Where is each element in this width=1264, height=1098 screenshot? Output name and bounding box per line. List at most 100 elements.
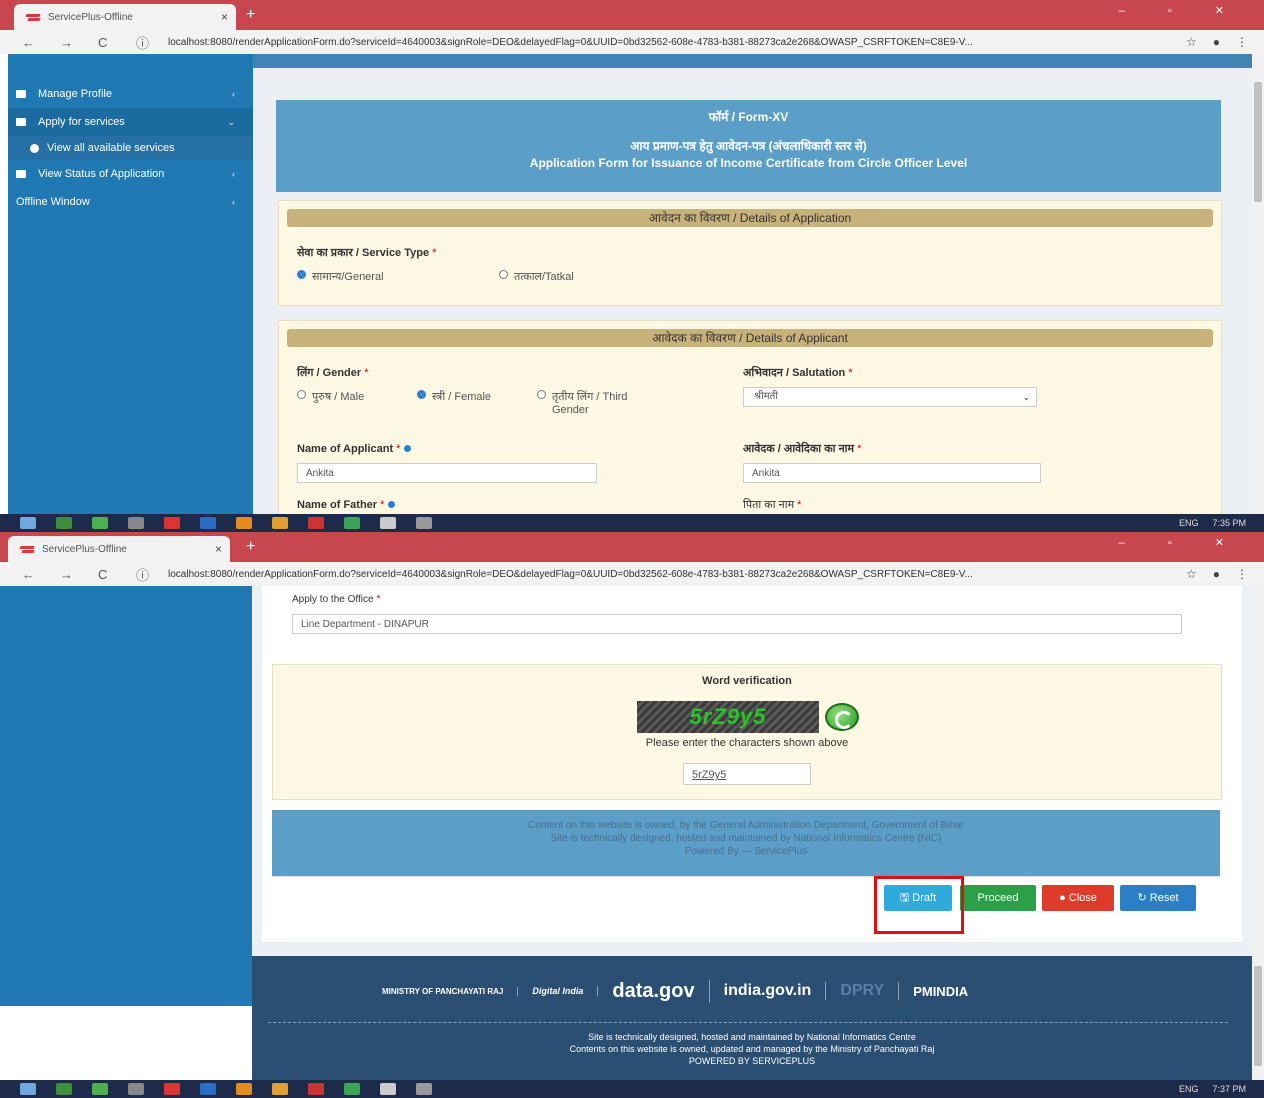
app-icon[interactable] (380, 517, 396, 529)
captcha-input[interactable]: 5rZ9y5 (683, 763, 811, 785)
app-icon[interactable] (164, 517, 180, 529)
section-title: आवेदन का विवरण / Details of Application (287, 209, 1213, 227)
site-info-icon[interactable]: ⓘ (136, 33, 152, 52)
sidebar-subitem-view-services[interactable]: View all available services (8, 136, 253, 160)
scrollbar-thumb[interactable] (1254, 82, 1262, 202)
app-icon[interactable] (308, 1083, 324, 1095)
app-icon[interactable] (164, 1083, 180, 1095)
applicant-name-input[interactable]: Ankita (297, 463, 597, 483)
tray-lang[interactable]: ENG (1179, 1084, 1199, 1094)
datagov-logo[interactable]: data.gov (612, 979, 710, 1003)
window-controls[interactable]: – ▫ ✕ (1119, 536, 1244, 549)
panchayati-raj-logo[interactable]: MINISTRY OF PANCHAYATI RAJ (382, 986, 519, 996)
tab-close-icon[interactable]: × (215, 542, 222, 556)
tab-title: ServicePlus-Offline (42, 543, 127, 555)
browser-tab[interactable]: ServicePlus-Offline × (8, 536, 230, 562)
browser-menu-icon[interactable]: ⋮ (1236, 567, 1248, 581)
captcha-hint: Please enter the characters shown above (645, 737, 849, 749)
bookmark-star-icon[interactable]: ☆ (1186, 35, 1197, 49)
reload-icon[interactable]: C (98, 567, 114, 582)
tray-clock[interactable]: 7:35 PM (1212, 518, 1246, 528)
service-type-label: सेवा का प्रकार / Service Type * (297, 247, 437, 259)
app-icon[interactable] (416, 517, 432, 529)
salutation-select[interactable]: श्रीमती ⌄ (743, 387, 1037, 407)
account-icon[interactable]: ● (1213, 567, 1220, 581)
pmindia-logo[interactable]: PMINDIA (913, 984, 982, 999)
sidebar-item-offline-window[interactable]: Offline Window ‹ (8, 188, 253, 216)
refresh-icon: ↻ (1137, 892, 1150, 904)
screenshot-form-bottom: ServicePlus-Offline × + – ▫ ✕ ← → C ⓘ lo… (0, 532, 1264, 1098)
applicant-name-hindi-input[interactable]: Ankita (743, 463, 1041, 483)
system-tray: ENG 7:35 PM (1165, 514, 1246, 532)
scrollbar-thumb[interactable] (1254, 966, 1262, 1066)
new-tab-button[interactable]: + (246, 538, 255, 556)
url-text[interactable]: localhost:8080/renderApplicationForm.do?… (168, 569, 1186, 580)
app-icon[interactable] (272, 1083, 288, 1095)
app-icon[interactable] (128, 517, 144, 529)
close-button[interactable]: ● Close (1042, 885, 1114, 911)
dpry-logo[interactable]: DPRY (840, 982, 900, 1000)
app-icon[interactable] (56, 517, 72, 529)
app-icon[interactable] (92, 1083, 108, 1095)
top-navbar (253, 54, 1253, 68)
forward-icon[interactable]: → (60, 567, 76, 582)
radio-gender-female[interactable]: स्त्री / Female (417, 389, 491, 404)
refresh-captcha-icon[interactable] (825, 703, 859, 731)
proceed-button[interactable]: Proceed (960, 885, 1036, 911)
chrome-icon[interactable] (344, 517, 360, 529)
start-icon[interactable] (20, 1083, 36, 1095)
radio-checked-icon (297, 270, 306, 279)
new-tab-button[interactable]: + (246, 6, 255, 24)
digital-india-logo[interactable]: Digital India (532, 986, 599, 996)
radio-gender-male[interactable]: पुरुष / Male (297, 389, 364, 404)
radio-service-general[interactable]: सामान्य/General (297, 269, 384, 284)
browser-tab[interactable]: ServicePlus-Offline × (14, 4, 236, 30)
serviceplus-favicon-icon (20, 544, 34, 554)
form-container: Apply to the Office * Line Department - D… (262, 586, 1242, 942)
account-icon[interactable]: ● (1213, 35, 1220, 49)
page-scrollbar[interactable] (1252, 54, 1264, 514)
browser-tabbar: ServicePlus-Offline × + – ▫ ✕ (0, 532, 1264, 562)
reload-icon[interactable]: C (98, 35, 114, 50)
page-scrollbar[interactable] (1252, 586, 1264, 1082)
word-verification-panel: Word verification 5rZ9y5 Please enter th… (272, 664, 1222, 800)
app-icon[interactable] (380, 1083, 396, 1095)
app-icon[interactable] (92, 517, 108, 529)
site-footer: MINISTRY OF PANCHAYATI RAJ Digital India… (252, 956, 1252, 1082)
back-icon[interactable]: ← (22, 567, 38, 582)
tab-close-icon[interactable]: × (221, 10, 228, 24)
windows-taskbar: ENG 7:37 PM (0, 1080, 1264, 1098)
url-text[interactable]: localhost:8080/renderApplicationForm.do?… (168, 37, 1186, 48)
site-info-icon[interactable]: ⓘ (136, 565, 152, 584)
start-icon[interactable] (20, 517, 36, 529)
sidebar-item-view-status[interactable]: View Status of Application ‹ (8, 160, 253, 188)
bookmark-star-icon[interactable]: ☆ (1186, 567, 1197, 581)
app-icon[interactable] (128, 1083, 144, 1095)
window-controls[interactable]: – ▫ ✕ (1119, 4, 1244, 17)
indiagov-logo[interactable]: india.gov.in (724, 982, 827, 1000)
radio-gender-third[interactable]: तृतीय लिंग / Third Gender (537, 389, 657, 416)
app-icon[interactable] (308, 517, 324, 529)
sidebar-item-apply-services[interactable]: Apply for services ⌄ (8, 108, 253, 136)
app-icon[interactable] (236, 1083, 252, 1095)
office-label: Apply to the Office * (292, 594, 381, 605)
tray-clock[interactable]: 7:37 PM (1212, 1084, 1246, 1094)
radio-service-tatkal[interactable]: तत्काल/Tatkal (499, 269, 574, 284)
app-icon[interactable] (236, 517, 252, 529)
app-icon[interactable] (272, 517, 288, 529)
back-icon[interactable]: ← (22, 35, 38, 50)
tray-lang[interactable]: ENG (1179, 518, 1199, 528)
app-icon[interactable] (416, 1083, 432, 1095)
app-icon[interactable] (56, 1083, 72, 1095)
browser-menu-icon[interactable]: ⋮ (1236, 35, 1248, 49)
reset-button[interactable]: ↻ Reset (1120, 885, 1196, 911)
sidebar: Manage Profile ‹ Apply for services ⌄ Vi… (8, 54, 253, 514)
sidebar-item-manage-profile[interactable]: Manage Profile ‹ (8, 80, 253, 108)
office-input[interactable]: Line Department - DINAPUR (292, 614, 1182, 634)
app-icon[interactable] (200, 517, 216, 529)
chrome-icon[interactable] (344, 1083, 360, 1095)
forward-icon[interactable]: → (60, 35, 76, 50)
chevron-left-icon: ‹ (232, 197, 235, 207)
app-icon[interactable] (200, 1083, 216, 1095)
chevron-down-icon: ⌄ (227, 116, 235, 127)
